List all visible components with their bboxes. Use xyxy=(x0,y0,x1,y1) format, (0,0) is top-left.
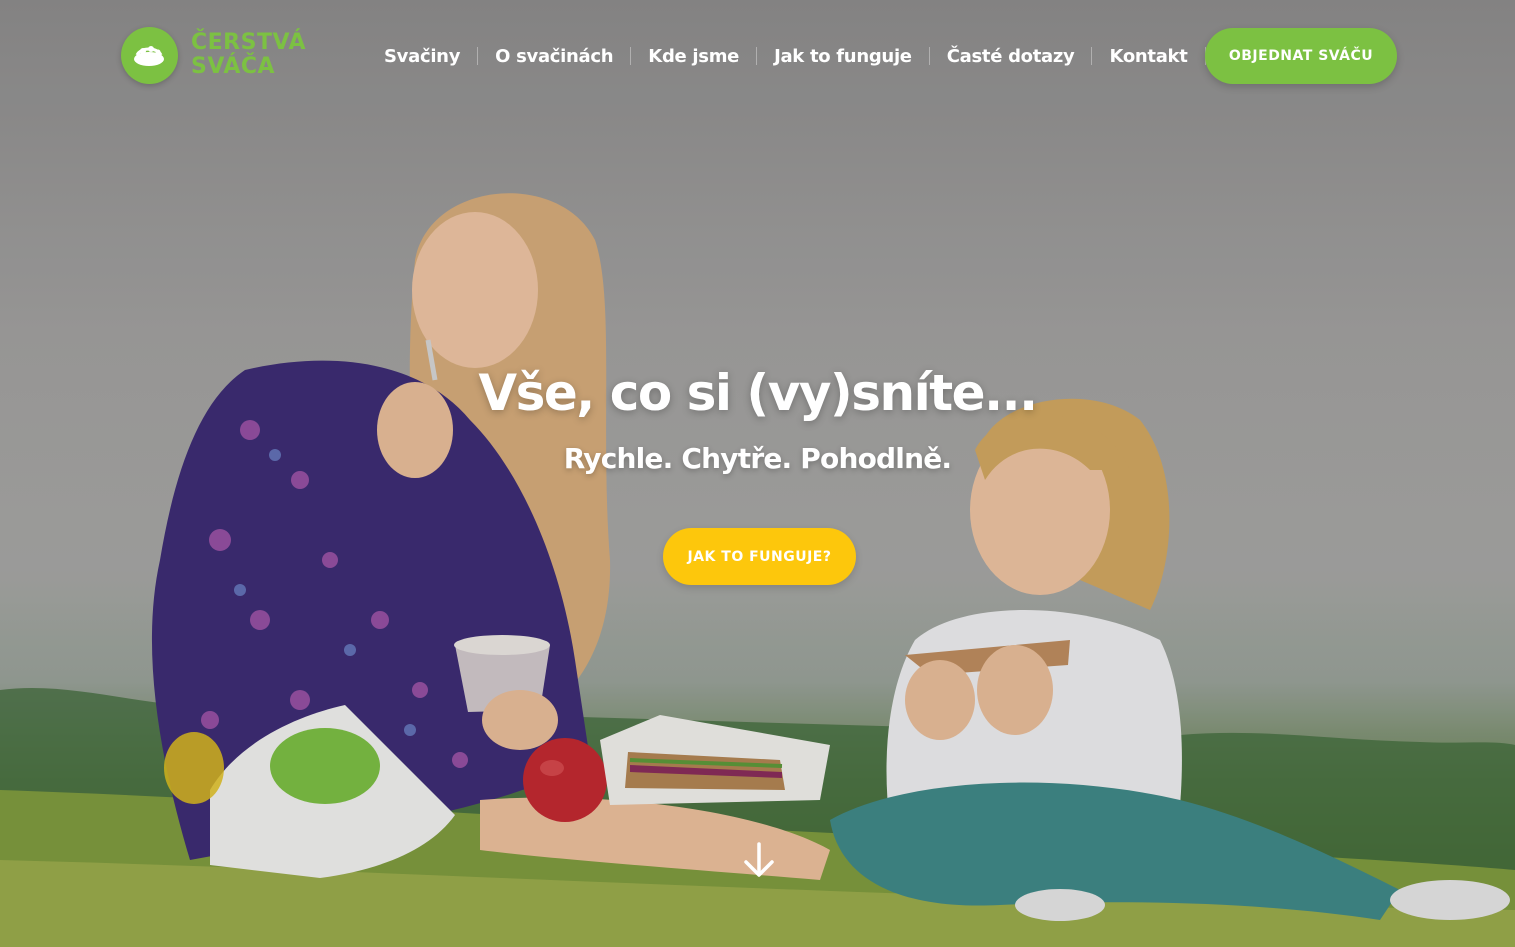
arrow-down-icon[interactable] xyxy=(742,842,776,878)
nav-item-kontakt[interactable]: Kontakt xyxy=(1109,46,1187,67)
logo-badge-icon xyxy=(121,27,178,84)
how-it-works-button[interactable]: JAK TO FUNGUJE? xyxy=(663,528,856,585)
nav-item-kde-jsme[interactable]: Kde jsme xyxy=(648,46,739,67)
nav-item-o-svacinach[interactable]: O svačinách xyxy=(495,46,613,67)
nav-divider xyxy=(756,47,758,65)
nav-divider xyxy=(928,47,930,65)
brand-name: ČERSTVÁ SVÁČA xyxy=(191,31,311,79)
brand-name-line1: ČERSTVÁ xyxy=(191,30,307,55)
main-nav: Svačiny O svačinách Kde jsme Jak to fung… xyxy=(384,42,1256,70)
brand-logo[interactable]: ČERSTVÁ SVÁČA xyxy=(121,27,306,85)
brand-name-line2: SVÁČA xyxy=(191,54,276,79)
hero-headline: Vše, co si (vy)sníte... xyxy=(478,364,1038,422)
order-snack-button[interactable]: OBJEDNAT SVÁČU xyxy=(1205,28,1397,84)
nav-item-jak-to-funguje[interactable]: Jak to funguje xyxy=(774,46,912,67)
hero-subheadline: Rychle. Chytře. Pohodlně. xyxy=(563,442,952,475)
nav-divider xyxy=(477,47,479,65)
nav-item-caste-dotazy[interactable]: Časté dotazy xyxy=(947,46,1075,67)
nav-divider xyxy=(1091,47,1093,65)
nav-item-svaciny[interactable]: Svačiny xyxy=(384,46,460,67)
nav-divider xyxy=(630,47,632,65)
